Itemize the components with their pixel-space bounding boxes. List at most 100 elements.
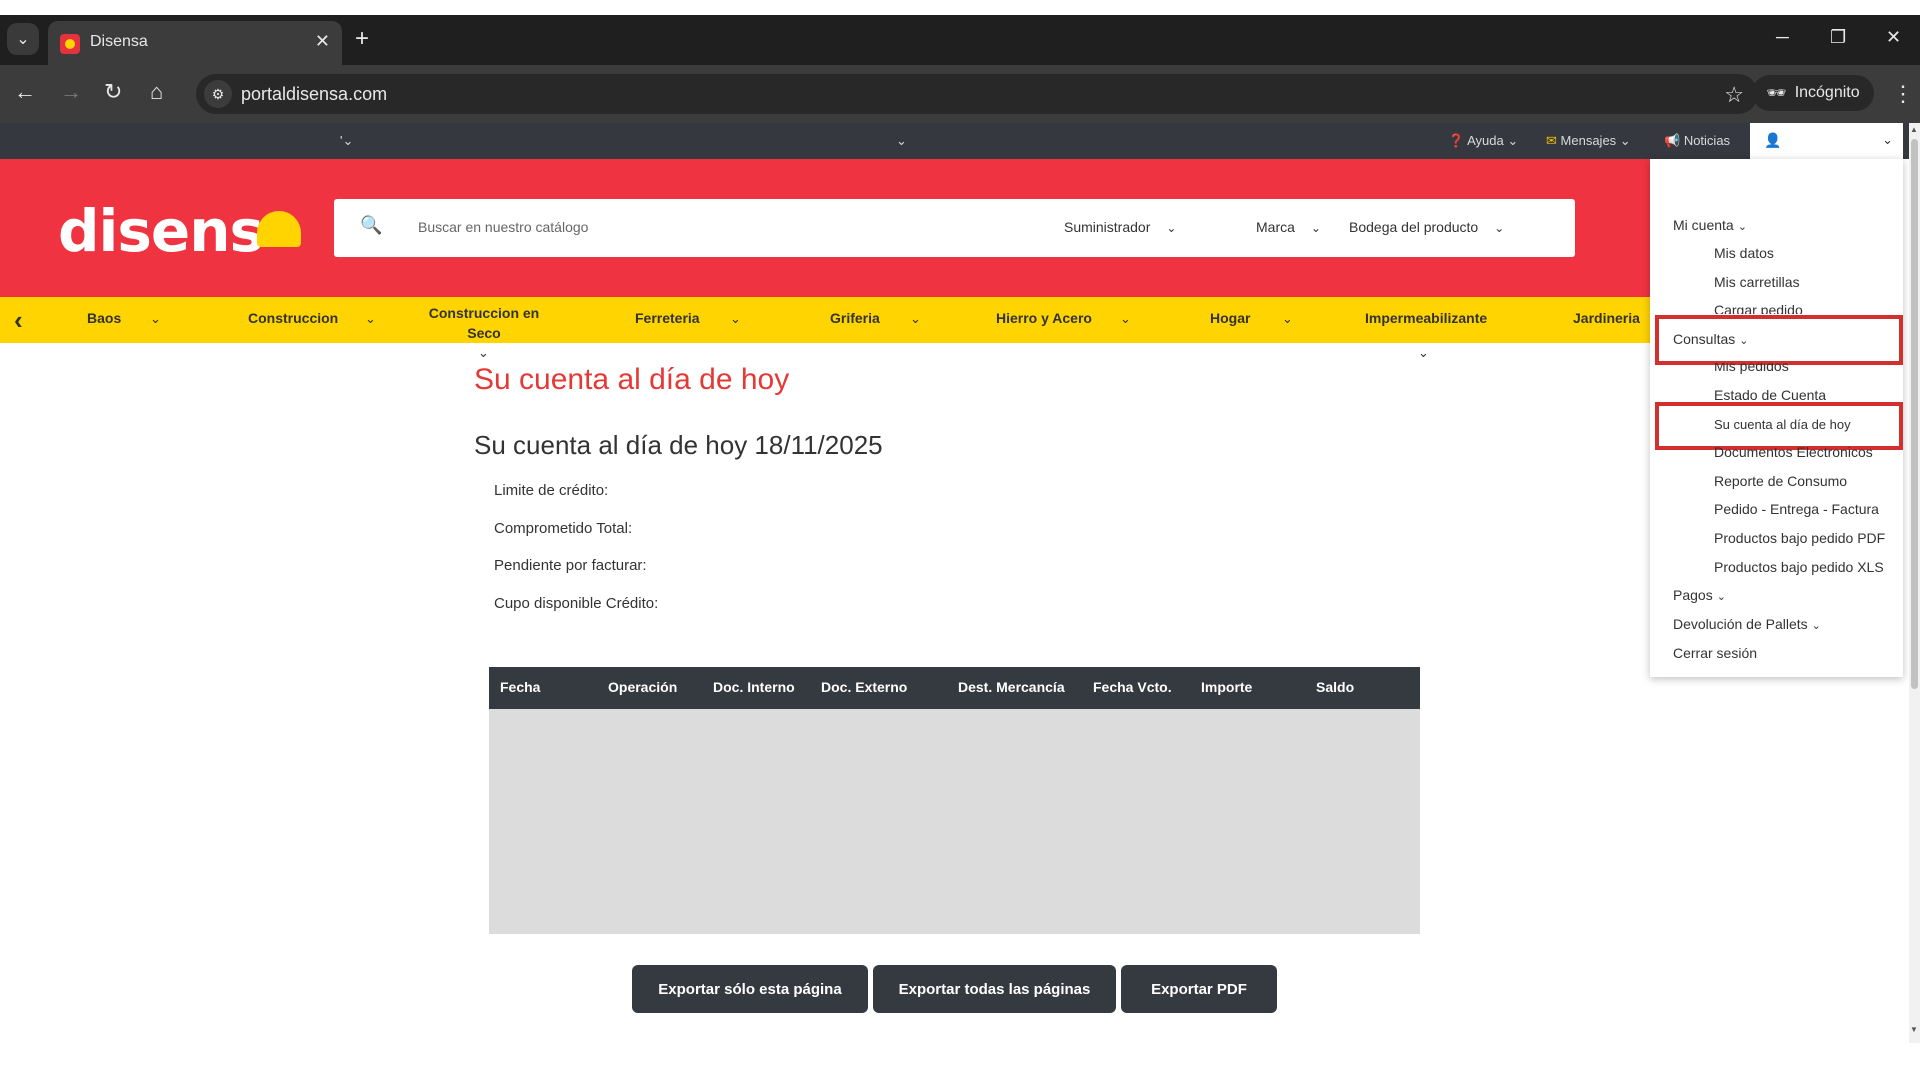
chevron-down-icon[interactable]: ⌄ xyxy=(730,311,741,327)
hard-hat-icon xyxy=(257,210,302,247)
chevron-down-icon[interactable]: ⌄ xyxy=(1282,311,1293,327)
browser-tab-bar: ⌄ Disensa ✕ + ─ ❐ ✕ xyxy=(0,15,1920,65)
export-page-button[interactable]: Exportar sólo esta página xyxy=(632,965,868,1013)
category-baos[interactable]: Baos xyxy=(87,310,121,326)
tab-title: Disensa xyxy=(90,33,148,50)
site-info-icon[interactable]: ⚙ xyxy=(204,80,232,108)
menu-productos-pdf[interactable]: Productos bajo pedido PDF xyxy=(1714,530,1885,546)
home-icon[interactable]: ⌂ xyxy=(150,81,163,103)
page-scrollbar[interactable]: ▲ ▼ xyxy=(1909,123,1920,1043)
menu-pagos[interactable]: Pagos ⌄ xyxy=(1673,587,1726,603)
envelope-icon: ✉ xyxy=(1546,133,1557,148)
col-doc-externo[interactable]: Doc. Externo xyxy=(821,679,907,695)
col-saldo[interactable]: Saldo xyxy=(1316,679,1354,695)
scroll-down-icon[interactable]: ▼ xyxy=(1910,1025,1918,1034)
warehouse-filter[interactable]: Bodega del producto ⌄ xyxy=(1349,219,1504,235)
top-strip xyxy=(0,0,1920,15)
menu-consultas[interactable]: Consultas ⌄ xyxy=(1673,331,1748,347)
search-icon[interactable]: 🔍 xyxy=(360,215,382,236)
scroll-up-icon[interactable]: ▲ xyxy=(1910,125,1918,134)
chevron-down-icon[interactable]: ⌄ xyxy=(365,311,376,327)
kebab-icon[interactable]: ⋮ xyxy=(1892,81,1914,107)
new-tab-button[interactable]: + xyxy=(355,27,369,51)
back-icon[interactable]: ← xyxy=(14,81,36,103)
url-text[interactable]: portaldisensa.com xyxy=(241,84,387,105)
chevron-down-icon[interactable]: ⌄ xyxy=(1418,345,1429,361)
table-header: Fecha Operación Doc. Interno Doc. Extern… xyxy=(489,667,1420,709)
chevron-down-icon: ⌄ xyxy=(16,31,30,48)
chevron-down-icon[interactable]: ⌄ xyxy=(1120,311,1131,327)
chevron-left-icon[interactable]: ‹ xyxy=(14,305,23,336)
menu-estado-cuenta[interactable]: Estado de Cuenta xyxy=(1714,387,1826,402)
user-menu-toggle[interactable]: 👤 ⌄ xyxy=(1750,123,1903,159)
minimize-icon[interactable]: ─ xyxy=(1776,27,1789,48)
menu-productos-xls[interactable]: Productos bajo pedido XLS xyxy=(1714,559,1884,575)
util-left-selector[interactable]: '⌄ xyxy=(340,133,353,149)
col-fecha-vcto[interactable]: Fecha Vcto. xyxy=(1093,679,1172,695)
user-dropdown-menu: Mi cuenta ⌄ Mis datos Mis carretillas Car… xyxy=(1650,159,1903,677)
browser-address-bar: ← → ↻ ⌂ ⚙ portaldisensa.com ☆ 🕶 Incógnit… xyxy=(0,65,1920,123)
menu-su-cuenta-hoy[interactable]: Su cuenta al día de hoy xyxy=(1714,417,1851,432)
category-jardineria[interactable]: Jardineria xyxy=(1573,310,1640,326)
category-hierro-acero[interactable]: Hierro y Acero xyxy=(996,310,1092,326)
disensa-logo[interactable]: disens xyxy=(58,197,302,265)
col-importe[interactable]: Importe xyxy=(1201,679,1252,695)
chevron-down-icon[interactable]: ⌄ xyxy=(150,311,161,327)
news-menu[interactable]: 📢 Noticias xyxy=(1664,133,1730,149)
restore-icon[interactable]: ❐ xyxy=(1830,27,1846,48)
chevron-down-icon[interactable]: ⌄ xyxy=(910,311,921,327)
chevron-down-icon[interactable]: ⌄ xyxy=(896,133,907,149)
forward-icon[interactable]: → xyxy=(60,81,82,103)
supplier-filter[interactable]: Suministrador ⌄ xyxy=(1064,219,1176,235)
menu-documentos-electronicos[interactable]: Documentos Electronicos xyxy=(1714,446,1873,460)
available-credit-label: Cupo disponible Crédito: xyxy=(494,595,659,612)
account-date-heading: Su cuenta al día de hoy 18/11/2025 xyxy=(474,430,883,460)
menu-pedido-entrega-factura[interactable]: Pedido - Entrega - Factura xyxy=(1714,501,1879,517)
col-doc-interno[interactable]: Doc. Interno xyxy=(713,679,795,695)
category-construccion[interactable]: Construccion xyxy=(248,310,338,326)
tab-search-button[interactable]: ⌄ xyxy=(7,23,39,55)
pending-invoice-label: Pendiente por facturar: xyxy=(494,557,647,574)
committed-total-label: Comprometido Total: xyxy=(494,520,633,537)
site-utility-bar: '⌄ ⌄ ❓ Ayuda ⌄ ✉ Mensajes ⌄ 📢 Noticias 👤… xyxy=(0,123,1920,159)
window-close-icon[interactable]: ✕ xyxy=(1886,27,1901,48)
page-title: Su cuenta al día de hoy xyxy=(474,363,790,396)
menu-mis-datos[interactable]: Mis datos xyxy=(1714,245,1774,261)
col-operacion[interactable]: Operación xyxy=(608,679,677,695)
favicon-icon xyxy=(60,34,80,54)
category-griferia[interactable]: Griferia xyxy=(830,310,880,326)
menu-cerrar-sesion[interactable]: Cerrar sesión xyxy=(1673,645,1757,661)
chevron-down-icon: ⌄ xyxy=(1882,132,1893,147)
url-bar[interactable]: ⚙ portaldisensa.com ☆ xyxy=(196,74,1758,114)
chevron-down-icon[interactable]: ⌄ xyxy=(478,345,489,361)
messages-menu[interactable]: ✉ Mensajes ⌄ xyxy=(1546,133,1631,149)
close-icon[interactable]: ✕ xyxy=(315,31,330,52)
export-pdf-button[interactable]: Exportar PDF xyxy=(1121,965,1277,1013)
incognito-button[interactable]: 🕶 Incógnito xyxy=(1752,75,1874,111)
menu-reporte-consumo[interactable]: Reporte de Consumo xyxy=(1714,473,1847,489)
credit-limit-label: Limite de crédito: xyxy=(494,482,609,499)
export-all-button[interactable]: Exportar todas las páginas xyxy=(873,965,1116,1013)
star-icon[interactable]: ☆ xyxy=(1724,82,1744,108)
brand-filter[interactable]: Marca ⌄ xyxy=(1256,219,1321,235)
megaphone-icon: 📢 xyxy=(1664,133,1681,148)
menu-mis-carretillas[interactable]: Mis carretillas xyxy=(1714,274,1800,290)
category-impermeabilizante[interactable]: Impermeabilizante xyxy=(1365,310,1487,326)
col-fecha[interactable]: Fecha xyxy=(500,679,540,695)
incognito-icon: 🕶 xyxy=(1766,85,1787,102)
menu-devolucion-pallets[interactable]: Devolución de Pallets ⌄ xyxy=(1673,616,1821,632)
scrollbar-thumb[interactable] xyxy=(1911,139,1918,689)
user-icon: 👤 xyxy=(1764,132,1782,148)
table-body xyxy=(489,709,1420,934)
help-menu[interactable]: ❓ Ayuda ⌄ xyxy=(1448,133,1518,149)
menu-mi-cuenta[interactable]: Mi cuenta ⌄ xyxy=(1673,217,1747,233)
category-ferreteria[interactable]: Ferreteria xyxy=(635,310,700,326)
menu-cargar-pedido[interactable]: Cargar pedido xyxy=(1714,302,1803,314)
search-input[interactable]: Buscar en nuestro catálogo xyxy=(418,219,588,235)
col-dest-mercancia[interactable]: Dest. Mercancía xyxy=(958,679,1065,695)
browser-tab[interactable]: Disensa ✕ xyxy=(48,21,342,65)
category-hogar[interactable]: Hogar xyxy=(1210,310,1250,326)
reload-icon[interactable]: ↻ xyxy=(104,81,122,103)
menu-mis-pedidos[interactable]: Mis pedidos xyxy=(1714,363,1789,374)
category-construccion-seco[interactable]: Construccion en Seco xyxy=(428,303,540,343)
